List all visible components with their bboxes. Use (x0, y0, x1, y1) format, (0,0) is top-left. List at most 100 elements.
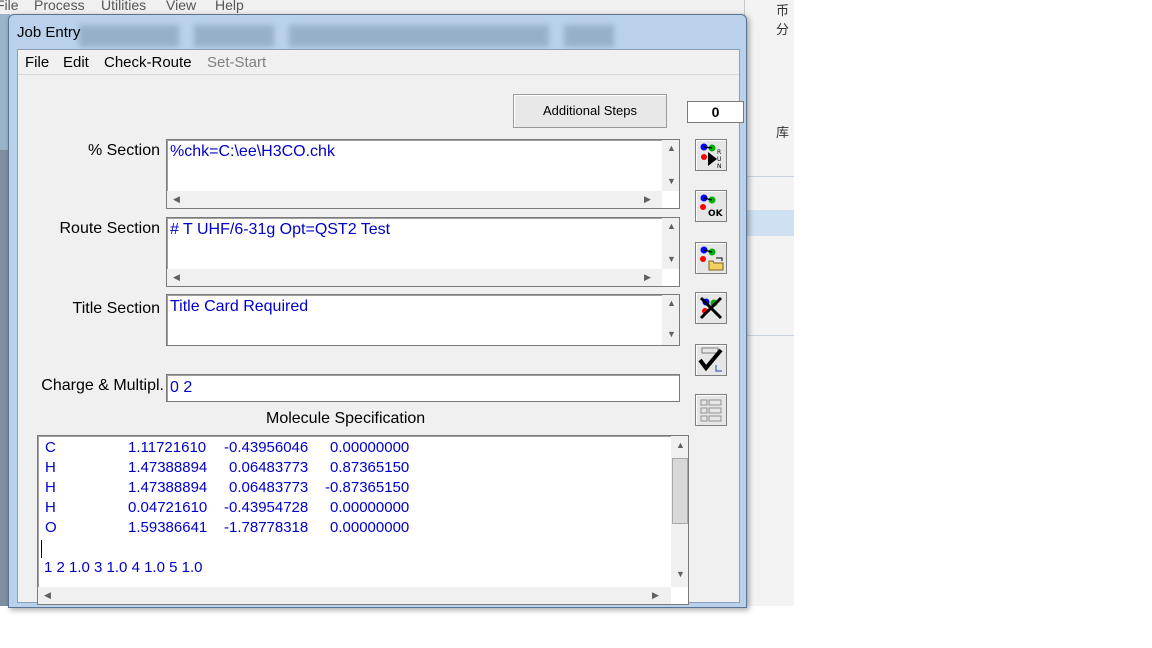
background-menu-file[interactable]: File (0, 0, 19, 13)
atom-x: 1.47388894 (128, 479, 208, 496)
scroll-left-icon[interactable]: ◀ (173, 194, 180, 205)
atom-element: H (45, 459, 56, 476)
checkmark-edit-icon (698, 347, 723, 372)
atom-z: 0.00000000 (330, 519, 410, 536)
percent-section-input[interactable]: %chk=C:\ee\H3CO.chk ▲ ▼ ◀ ▶ (166, 139, 680, 209)
horizontal-scrollbar[interactable]: ◀ ▶ (38, 587, 671, 604)
scroll-left-icon[interactable]: ◀ (44, 590, 51, 601)
atom-element: H (45, 479, 56, 496)
atom-x: 1.47388894 (128, 459, 208, 476)
menu-check-route[interactable]: Check-Route (104, 54, 192, 71)
atom-element: O (45, 519, 57, 536)
scroll-down-icon[interactable]: ▼ (667, 254, 676, 264)
atom-y: 0.06483773 (229, 459, 309, 476)
vertical-scrollbar[interactable]: ▲ ▼ (662, 295, 679, 345)
title-section-input[interactable]: Title Card Required ▲ ▼ (166, 294, 680, 346)
background-divider (744, 335, 794, 336)
horizontal-scrollbar[interactable]: ◀ ▶ (167, 191, 662, 208)
job-entry-dialog: Job Entry File Edit Check-Route Set-Star… (8, 14, 747, 608)
scroll-up-icon[interactable]: ▲ (667, 143, 676, 153)
scroll-down-icon[interactable]: ▼ (667, 329, 676, 339)
atom-z: 0.00000000 (330, 439, 410, 456)
menu-bar: File Edit Check-Route Set-Start (18, 50, 739, 75)
vertical-scrollbar[interactable]: ▲ ▼ (662, 140, 679, 191)
scroll-right-icon[interactable]: ▶ (652, 590, 659, 601)
scroll-right-icon[interactable]: ▶ (644, 272, 651, 283)
vertical-scrollbar[interactable]: ▲ ▼ (662, 218, 679, 269)
ok-icon: OK (700, 194, 724, 219)
title-bar[interactable]: Job Entry (9, 15, 746, 49)
background-right-panel (744, 0, 794, 606)
open-file-button[interactable] (695, 242, 727, 274)
atom-y: -0.43954728 (224, 499, 309, 516)
menu-file[interactable]: File (25, 54, 49, 71)
menu-edit[interactable]: Edit (63, 54, 89, 71)
atom-z: 0.87365150 (330, 459, 410, 476)
charge-multiplicity-value: 0 2 (170, 379, 193, 396)
svg-text:OK: OK (708, 209, 724, 219)
horizontal-scrollbar[interactable]: ◀ ▶ (167, 269, 662, 286)
title-bar-blur (79, 25, 179, 47)
run-button[interactable]: R U N (695, 139, 727, 171)
atom-x: 1.11721610 (128, 439, 207, 456)
scroll-up-icon[interactable]: ▲ (676, 440, 685, 450)
background-menu-view[interactable]: View (166, 0, 196, 13)
background-menu-utilities[interactable]: Utilities (101, 0, 146, 13)
scroll-down-icon[interactable]: ▼ (667, 176, 676, 186)
atom-y: -0.43956046 (224, 439, 309, 456)
atom-z: 0.00000000 (330, 499, 410, 516)
atom-z: -0.87365150 (325, 479, 410, 496)
menu-set-start[interactable]: Set-Start (207, 54, 266, 71)
atom-y: -1.78778318 (224, 519, 309, 536)
window-title: Job Entry (17, 24, 81, 41)
title-bar-blur (564, 25, 614, 47)
connectivity-line: 1 2 1.0 3 1.0 4 1.0 5 1.0 (44, 559, 203, 576)
scroll-up-icon[interactable]: ▲ (667, 221, 676, 231)
title-bar-blur (194, 25, 274, 47)
dialog-client-area: File Edit Check-Route Set-Start Addition… (17, 49, 744, 605)
svg-text:U: U (717, 156, 721, 163)
scroll-thumb[interactable] (672, 458, 688, 524)
run-icon: R U N (700, 143, 722, 170)
additional-steps-button[interactable]: Additional Steps (513, 94, 667, 128)
list-icon (700, 399, 722, 422)
scroll-down-icon[interactable]: ▼ (676, 569, 685, 579)
background-divider (744, 176, 794, 177)
charge-multiplicity-input[interactable]: 0 2 (166, 374, 680, 402)
atom-x: 1.59386641 (128, 519, 208, 536)
svg-text:R: R (717, 149, 721, 156)
background-menu-help[interactable]: Help (215, 0, 244, 13)
atom-element: H (45, 499, 56, 516)
ok-button[interactable]: OK (695, 190, 727, 222)
check-edit-button[interactable] (695, 344, 727, 376)
title-section-value: Title Card Required (170, 298, 309, 315)
svg-text:N: N (717, 163, 722, 170)
additional-steps-count: 0 (687, 101, 744, 123)
scroll-up-icon[interactable]: ▲ (667, 298, 676, 308)
list-button[interactable] (695, 394, 727, 426)
background-right-text: 币分 (776, 3, 790, 37)
text-cursor (41, 540, 42, 558)
route-section-value: # T UHF/6-31g Opt=QST2 Test (170, 221, 391, 238)
vertical-scrollbar[interactable]: ▲ ▼ (671, 436, 688, 587)
atom-x: 0.04721610 (128, 499, 208, 516)
percent-section-label: % Section (87, 142, 160, 159)
scroll-right-icon[interactable]: ▶ (644, 194, 651, 205)
cancel-icon (699, 296, 723, 320)
background-menu-process[interactable]: Process (34, 0, 85, 13)
background-selected-row (744, 210, 794, 236)
route-section-input[interactable]: # T UHF/6-31g Opt=QST2 Test ▲ ▼ ◀ ▶ (166, 217, 680, 287)
molecule-specification-heading: Molecule Specification (266, 410, 426, 427)
charge-multiplicity-label: Charge & Multipl. (41, 377, 164, 394)
background-right-text: 库 (776, 125, 790, 140)
cancel-button[interactable] (695, 292, 727, 324)
atom-y: 0.06483773 (229, 479, 309, 496)
scroll-left-icon[interactable]: ◀ (173, 272, 180, 283)
percent-section-value: %chk=C:\ee\H3CO.chk (170, 143, 335, 160)
atom-element: C (45, 439, 56, 456)
background-menubar: File Process Utilities View Help (0, 0, 794, 14)
open-file-icon (700, 246, 724, 271)
title-section-label: Title Section (72, 300, 160, 317)
route-section-label: Route Section (59, 220, 160, 237)
molecule-specification-input[interactable]: C 1.11721610 -0.43956046 0.00000000 H 1.… (37, 435, 689, 605)
